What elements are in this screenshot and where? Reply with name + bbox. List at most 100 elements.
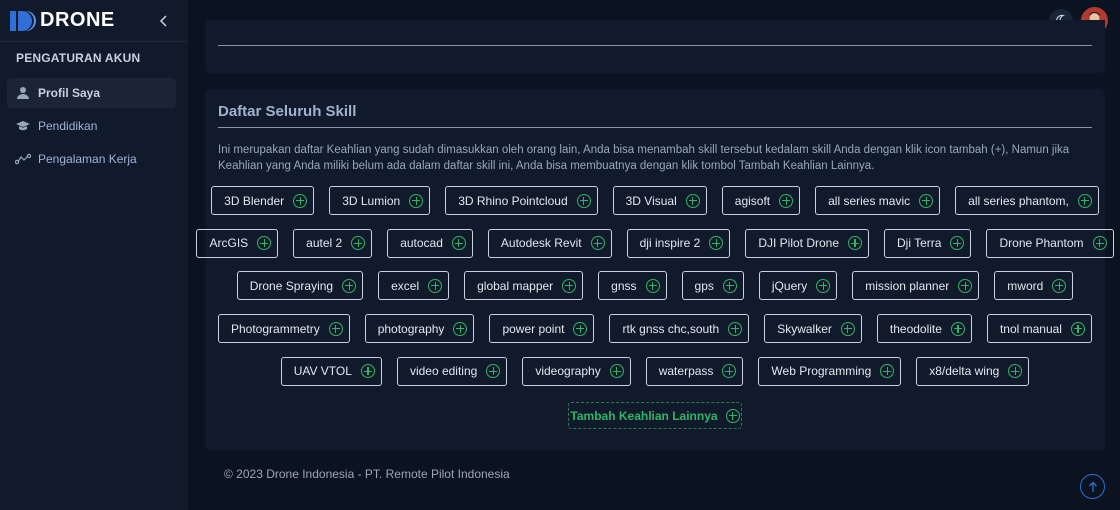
skill-label: UAV VTOL: [293, 364, 352, 379]
route-icon: [15, 151, 31, 167]
skill-label: Drone Phantom: [999, 236, 1084, 251]
add-skill-plus-icon[interactable]: [576, 193, 591, 208]
sidebar-item-pengalaman-kerja[interactable]: Pengalaman Kerja: [7, 144, 176, 174]
skill-label: photography: [377, 321, 445, 336]
divider: [218, 45, 1092, 46]
add-skill-plus-icon[interactable]: [1092, 236, 1107, 251]
skill-chip: waterpass: [645, 356, 744, 386]
add-skill-plus-icon[interactable]: [722, 364, 737, 379]
add-skill-plus-icon[interactable]: [1008, 364, 1023, 379]
graduation-cap-icon: [15, 118, 31, 134]
skill-chip: video editing: [396, 356, 508, 386]
skill-label: Web Programming: [771, 364, 872, 379]
skill-label: dji inspire 2: [639, 236, 701, 251]
add-skill-plus-icon[interactable]: [609, 364, 624, 379]
card-title: Daftar Seluruh Skill: [218, 103, 357, 120]
chevron-left-icon: [159, 15, 167, 27]
skill-label: Autodesk Revit: [500, 236, 582, 251]
brand-name: DRONE: [40, 9, 115, 31]
add-skill-plus-icon[interactable]: [293, 193, 308, 208]
skill-label: autel 2: [306, 236, 343, 251]
add-skill-plus-icon[interactable]: [360, 364, 375, 379]
scroll-to-top-button[interactable]: [1080, 474, 1105, 499]
skill-label: tnol manual: [999, 321, 1062, 336]
add-skill-plus-icon[interactable]: [816, 278, 831, 293]
skill-label: mword: [1007, 278, 1044, 293]
add-skill-plus-icon[interactable]: [840, 321, 855, 336]
add-skill-plus-icon[interactable]: [950, 236, 965, 251]
add-skill-plus-icon[interactable]: [919, 193, 934, 208]
add-skill-plus-icon[interactable]: [257, 236, 272, 251]
skill-chip: x8/delta wing: [916, 356, 1030, 386]
collapse-sidebar-button[interactable]: [154, 11, 174, 31]
skill-chip: 3D Visual: [612, 186, 707, 215]
add-skill-plus-icon[interactable]: [590, 236, 605, 251]
sidebar-item-label: Pengalaman Kerja: [38, 152, 137, 166]
skill-chip: Skywalker: [764, 314, 862, 344]
add-skill-plus-icon[interactable]: [958, 278, 973, 293]
skill-label: autocad: [400, 236, 443, 251]
skill-chip: mword: [994, 271, 1074, 301]
add-skill-plus-icon[interactable]: [728, 321, 743, 336]
skill-chip: Drone Spraying: [236, 271, 364, 301]
add-skill-plus-icon[interactable]: [351, 236, 366, 251]
footer-copyright: © 2023 Drone Indonesia - PT. Remote Pilo…: [224, 467, 510, 481]
add-skill-plus-icon[interactable]: [428, 278, 443, 293]
add-skill-label: Tambah Keahlian Lainnya: [570, 408, 718, 423]
add-skill-plus-icon[interactable]: [722, 278, 737, 293]
add-skill-plus-icon[interactable]: [453, 321, 468, 336]
sidebar-item-profil-saya[interactable]: Profil Saya: [7, 78, 176, 108]
add-skill-plus-icon[interactable]: [1070, 321, 1085, 336]
skill-label: video editing: [409, 364, 478, 379]
sidebar-item-pendidikan[interactable]: Pendidikan: [7, 111, 176, 141]
skill-chip: autel 2: [293, 228, 373, 258]
skill-label: waterpass: [658, 364, 714, 379]
skill-label: all series mavic: [828, 193, 911, 208]
add-skill-plus-icon[interactable]: [950, 321, 965, 336]
skill-row: Photogrammetry photography power point rtk …: [205, 314, 1105, 344]
add-skill-plus-icon[interactable]: [645, 278, 660, 293]
skill-chip: DJI Pilot Drone: [745, 228, 870, 258]
skill-label: all series phantom,: [968, 193, 1069, 208]
add-skill-plus-icon[interactable]: [562, 278, 577, 293]
skill-chip: gnss: [598, 271, 667, 301]
add-skill-button[interactable]: Tambah Keahlian Lainnya: [568, 402, 742, 429]
add-skill-plus-icon[interactable]: [779, 193, 794, 208]
skill-chip: all series mavic: [815, 186, 941, 215]
add-skill-plus-icon[interactable]: [709, 236, 724, 251]
skill-chip: ArcGIS: [196, 228, 279, 258]
add-skill-plus-icon[interactable]: [1052, 278, 1067, 293]
skill-chip: gps: [681, 271, 744, 301]
skill-chip: tnol manual: [986, 314, 1092, 344]
add-skill-plus-icon[interactable]: [409, 193, 424, 208]
add-skill-plus-icon[interactable]: [1077, 193, 1092, 208]
sidebar-item-label: Profil Saya: [38, 86, 101, 100]
add-skill-plus-icon[interactable]: [685, 193, 700, 208]
add-skill-plus-icon[interactable]: [573, 321, 588, 336]
skill-chip: UAV VTOL: [280, 356, 382, 386]
skill-chip: global mapper: [464, 271, 584, 301]
add-skill-plus-icon[interactable]: [486, 364, 501, 379]
skill-chip: Web Programming: [758, 356, 902, 386]
card-description: Ini merupakan daftar Keahlian yang sudah…: [218, 144, 1070, 172]
skill-label: jQuery: [771, 278, 808, 293]
skill-chip: power point: [489, 314, 595, 344]
add-skill-plus-icon[interactable]: [880, 364, 895, 379]
skill-label: videography: [535, 364, 601, 379]
skill-chip: all series phantom,: [955, 186, 1099, 215]
skill-label: excel: [391, 278, 420, 293]
skill-chip: 3D Blender: [211, 186, 315, 215]
plus-circle-icon: [725, 408, 740, 423]
skill-label: theodolite: [889, 321, 942, 336]
skill-chip: mission planner: [852, 271, 980, 301]
add-skill-plus-icon[interactable]: [328, 321, 343, 336]
add-skill-plus-icon[interactable]: [848, 236, 863, 251]
sidebar-item-label: Pendidikan: [38, 119, 98, 133]
skill-row: ArcGIS autel 2 autocad Autodesk Revit dji in…: [196, 228, 1114, 258]
skill-chip: Dji Terra: [884, 228, 972, 258]
add-skill-plus-icon[interactable]: [342, 278, 357, 293]
add-skill-plus-icon[interactable]: [451, 236, 466, 251]
skill-label: power point: [502, 321, 565, 336]
user-icon: [15, 85, 31, 101]
skill-label: mission planner: [865, 278, 950, 293]
